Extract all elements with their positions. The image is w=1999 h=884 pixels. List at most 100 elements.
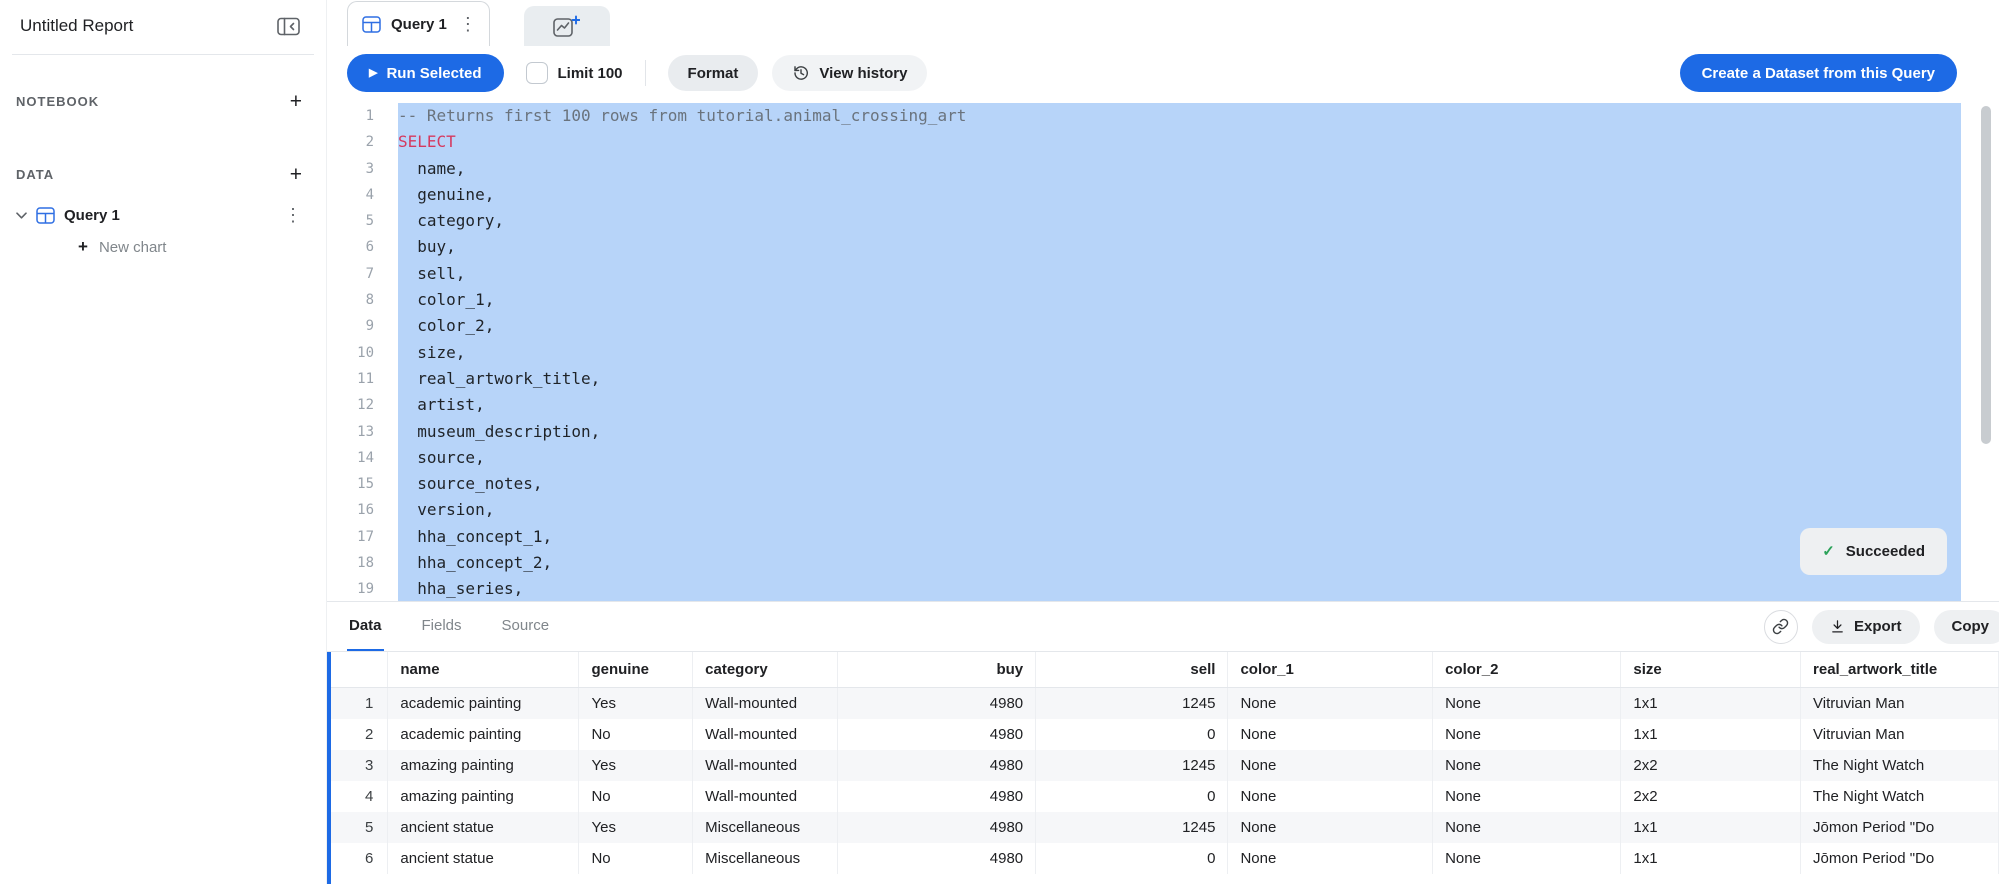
sql-code-text[interactable]: category, xyxy=(398,208,1961,234)
status-text: Succeeded xyxy=(1846,543,1925,560)
column-header-genuine[interactable]: genuine xyxy=(579,652,693,688)
query-status-badge: ✓ Succeeded xyxy=(1800,528,1947,575)
tab-data[interactable]: Data xyxy=(347,602,384,652)
add-notebook-cell-button[interactable]: + xyxy=(290,91,302,112)
sql-code-text[interactable]: real_artwork_title, xyxy=(398,366,1961,392)
sql-code-text[interactable]: artist, xyxy=(398,392,1961,418)
sql-code-text[interactable]: buy, xyxy=(398,234,1961,260)
cell-genuine: No xyxy=(579,781,693,812)
collapse-sidebar-button[interactable] xyxy=(277,17,300,36)
chevron-down-icon[interactable] xyxy=(16,212,27,219)
cell-sell: 1245 xyxy=(1036,688,1228,720)
sql-code-text[interactable]: source_notes, xyxy=(398,471,1961,497)
cell-sell: 1245 xyxy=(1036,812,1228,843)
new-chart-button[interactable]: + New chart xyxy=(0,237,326,257)
column-header-category[interactable]: category xyxy=(693,652,838,688)
sql-code-text[interactable]: sell, xyxy=(398,261,1961,287)
cell-category: Wall-mounted xyxy=(693,781,838,812)
column-header-real_artwork_title[interactable]: real_artwork_title xyxy=(1801,652,1999,688)
cell-color_2: None xyxy=(1433,719,1621,750)
create-dataset-label: Create a Dataset from this Query xyxy=(1702,65,1935,82)
view-history-button[interactable]: View history xyxy=(772,55,927,91)
sql-line-18: 18 hha_concept_2, xyxy=(327,550,1999,576)
sql-code-text[interactable]: hha_series, xyxy=(398,576,1961,601)
sql-code-text[interactable]: source, xyxy=(398,445,1961,471)
cell-genuine: Yes xyxy=(579,688,693,720)
run-selected-button[interactable]: ▶ Run Selected xyxy=(347,54,504,92)
run-selected-label: Run Selected xyxy=(386,65,481,82)
line-number: 13 xyxy=(327,419,398,445)
tab-new-chart[interactable] xyxy=(524,6,610,46)
cell-name: academic painting xyxy=(388,719,579,750)
column-header-size[interactable]: size xyxy=(1621,652,1801,688)
results-panel: Data Fields Source Export xyxy=(327,601,1999,884)
line-number: 3 xyxy=(327,156,398,182)
column-header-color_2[interactable]: color_2 xyxy=(1433,652,1621,688)
new-chart-label: New chart xyxy=(99,239,167,256)
column-header-color_1[interactable]: color_1 xyxy=(1228,652,1433,688)
sidebar-item-query-1[interactable]: Query 1 ⋮ xyxy=(0,201,326,229)
sql-editor[interactable]: 1-- Returns first 100 rows from tutorial… xyxy=(327,100,1999,601)
sql-line-12: 12 artist, xyxy=(327,392,1999,418)
tab-menu-button[interactable]: ⋮ xyxy=(457,15,479,33)
cell-category: Miscellaneous xyxy=(693,812,838,843)
row-number: 2 xyxy=(327,719,388,750)
sql-code-text[interactable]: -- Returns first 100 rows from tutorial.… xyxy=(398,103,1961,129)
row-number: 1 xyxy=(327,688,388,720)
cell-category: Wall-mounted xyxy=(693,750,838,781)
row-number: 4 xyxy=(327,781,388,812)
copy-button[interactable]: Copy xyxy=(1934,610,1999,644)
sql-code-text[interactable]: museum_description, xyxy=(398,419,1961,445)
query-item-label: Query 1 xyxy=(64,207,273,224)
add-data-button[interactable]: + xyxy=(290,164,302,185)
format-button[interactable]: Format xyxy=(668,55,759,91)
line-number: 9 xyxy=(327,313,398,339)
cell-category: Wall-mounted xyxy=(693,688,838,720)
sidebar-header: Untitled Report xyxy=(0,0,326,54)
tab-source[interactable]: Source xyxy=(500,602,552,652)
export-button[interactable]: Export xyxy=(1812,610,1920,644)
sql-code-text[interactable]: genuine, xyxy=(398,182,1961,208)
link-icon xyxy=(1772,618,1789,635)
table-row: 4amazing paintingNoWall-mounted49800None… xyxy=(327,781,1999,812)
view-history-label: View history xyxy=(819,65,907,82)
tab-query-1[interactable]: Query 1 ⋮ xyxy=(347,1,490,46)
limit-100-checkbox[interactable] xyxy=(526,62,548,84)
sql-code-text[interactable]: color_2, xyxy=(398,313,1961,339)
cell-real_artwork_title: The Night Watch xyxy=(1801,781,1999,812)
line-number: 19 xyxy=(327,576,398,601)
row-number: 3 xyxy=(327,750,388,781)
cell-buy: 4980 xyxy=(838,781,1036,812)
line-number: 10 xyxy=(327,340,398,366)
check-icon: ✓ xyxy=(1822,544,1835,559)
sql-code-text[interactable]: name, xyxy=(398,156,1961,182)
editor-scrollbar-thumb[interactable] xyxy=(1981,106,1991,444)
sql-code-text[interactable]: size, xyxy=(398,340,1961,366)
export-label: Export xyxy=(1854,618,1902,635)
sql-code-text[interactable]: hha_concept_2, xyxy=(398,550,1961,576)
cell-color_1: None xyxy=(1228,719,1433,750)
cell-genuine: Yes xyxy=(579,750,693,781)
results-toolbar: Data Fields Source Export xyxy=(327,602,1999,652)
create-dataset-button[interactable]: Create a Dataset from this Query xyxy=(1680,54,1957,92)
query-item-menu-button[interactable]: ⋮ xyxy=(282,206,304,224)
limit-100-control[interactable]: Limit 100 xyxy=(526,62,623,84)
sql-line-2: 2SELECT xyxy=(327,129,1999,155)
tab-fields[interactable]: Fields xyxy=(420,602,464,652)
cell-size: 2x2 xyxy=(1621,781,1801,812)
sql-code-text[interactable]: color_1, xyxy=(398,287,1961,313)
cell-real_artwork_title: Vitruvian Man xyxy=(1801,688,1999,720)
cell-buy: 4980 xyxy=(838,719,1036,750)
sql-line-9: 9 color_2, xyxy=(327,313,1999,339)
column-header-sell[interactable]: sell xyxy=(1036,652,1228,688)
line-number: 5 xyxy=(327,208,398,234)
results-table: namegenuinecategorybuysellcolor_1color_2… xyxy=(327,652,1999,874)
share-link-button[interactable] xyxy=(1764,610,1798,644)
sql-code-text[interactable]: hha_concept_1, xyxy=(398,524,1961,550)
collapse-panel-icon xyxy=(277,17,300,36)
report-title: Untitled Report xyxy=(20,16,133,36)
column-header-name[interactable]: name xyxy=(388,652,579,688)
column-header-buy[interactable]: buy xyxy=(838,652,1036,688)
sql-code-text[interactable]: version, xyxy=(398,497,1961,523)
sql-code-text[interactable]: SELECT xyxy=(398,129,1961,155)
